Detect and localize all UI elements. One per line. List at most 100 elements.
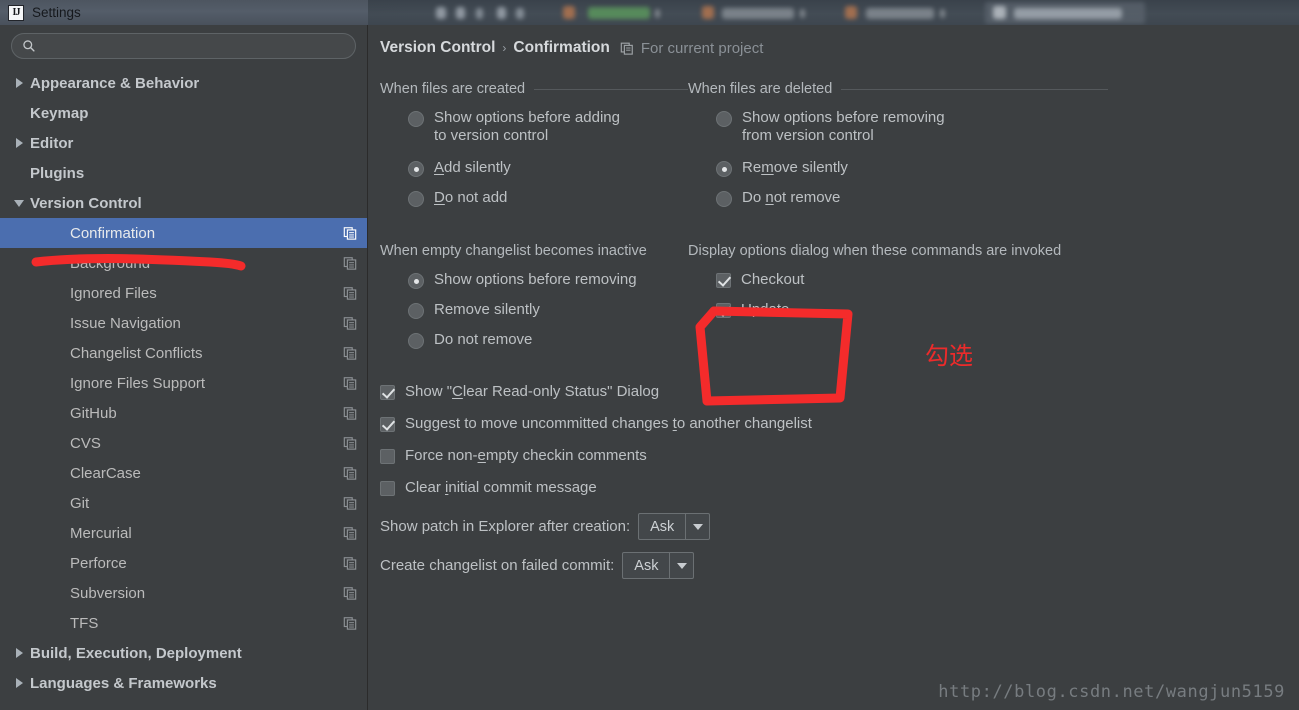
section-rule [534,88,688,90]
radio-do-not-remove-vcs[interactable]: Do not remove [716,189,1108,207]
sidebar-item-ignored-files[interactable]: Ignored Files [0,278,367,308]
checkbox-indicator [380,417,395,432]
chevron-right-icon[interactable] [12,676,26,690]
breadcrumb: Version Control › Confirmation For curre… [368,39,1299,57]
combo-value: Ask [634,557,659,574]
combo-label: Show patch in Explorer after creation: [380,518,631,535]
chevron-down-icon[interactable] [669,553,693,578]
radio-indicator [716,191,732,207]
chevron-down-icon[interactable] [12,196,26,210]
chevron-right-icon[interactable] [12,646,26,660]
project-scope-icon [620,42,633,55]
sidebar-item-perforce[interactable]: Perforce [0,548,367,578]
radio-indicator [408,191,424,207]
radio-indicator [408,333,424,349]
search-box[interactable] [11,33,356,59]
chevron-down-icon[interactable] [685,514,709,539]
sidebar-item-git[interactable]: Git [0,488,367,518]
sidebar-item-label: Git [70,494,90,512]
dialog-titlebar: IJ Settings [0,0,368,25]
sidebar-item-confirmation[interactable]: Confirmation [0,218,367,248]
sidebar-item-label: Build, Execution, Deployment [30,644,242,662]
combo-create-changelist-failed-commit[interactable]: Ask [622,552,695,579]
general-checkbox-list: Show "Clear Read-only Status" Dialog Sug… [368,383,1299,497]
radio-label: Show options before adding to version con… [434,109,620,144]
checkbox-show-clear-readonly-dialog[interactable]: Show "Clear Read-only Status" Dialog [380,383,1299,401]
sidebar-item-plugins[interactable]: Plugins [0,158,367,188]
sidebar-item-cvs[interactable]: CVS [0,428,367,458]
radio-cl-remove-silently[interactable]: Remove silently [408,301,688,319]
project-scope-icon [343,287,357,300]
radio-indicator [408,273,424,289]
checkbox-checkout[interactable]: Checkout [716,271,1108,289]
radio-add-silently[interactable]: Add silently [408,159,688,177]
project-scope-icon [343,347,357,360]
checkbox-force-non-empty-checkin-comments[interactable]: Force non-empty checkin comments [380,447,1299,465]
section-label: When files are deleted [688,81,833,97]
sidebar-item-languages-frameworks[interactable]: Languages & Frameworks [0,668,367,698]
sidebar-item-subversion[interactable]: Subversion [0,578,367,608]
radio-indicator [716,161,732,177]
sidebar-item-editor[interactable]: Editor [0,128,367,158]
sidebar-item-clearcase[interactable]: ClearCase [0,458,367,488]
sidebar-item-ignore-files-support[interactable]: Ignore Files Support [0,368,367,398]
settings-sidebar: Appearance & Behavior Keymap Editor Plugins… [0,25,368,710]
checkbox-indicator [716,303,731,318]
section-display-options: Display options dialog when these comman… [688,241,1108,361]
combo-label: Create changelist on failed commit: [380,557,615,574]
chevron-right-icon[interactable] [12,76,26,90]
sidebar-item-issue-navigation[interactable]: Issue Navigation [0,308,367,338]
radio-label: Do not remove [434,331,533,348]
radio-show-options-before-removing-vcs[interactable]: Show options before removing from version… [716,109,1108,145]
sidebar-item-label: Editor [30,134,74,152]
settings-tree[interactable]: Appearance & Behavior Keymap Editor Plugins… [0,65,367,710]
checkbox-label: Checkout [741,271,805,288]
breadcrumb-leaf: Confirmation [513,39,610,56]
project-scope-icon [343,407,357,420]
sidebar-item-changelist-conflicts[interactable]: Changelist Conflicts [0,338,367,368]
project-scope-icon [343,317,357,330]
radio-indicator [408,161,424,177]
radio-cl-do-not-remove[interactable]: Do not remove [408,331,688,349]
checkbox-indicator [380,385,395,400]
section-title-files-created: When files are created [380,79,688,99]
radio-do-not-add[interactable]: Do not add [408,189,688,207]
sidebar-item-build-execution-deployment[interactable]: Build, Execution, Deployment [0,638,367,668]
checkbox-clear-initial-commit-message[interactable]: Clear initial commit message [380,479,1299,497]
checkbox-label: Force non-empty checkin comments [405,447,647,464]
radio-label: Show options before removing [434,271,637,288]
radio-show-options-before-adding[interactable]: Show options before adding to version con… [408,109,688,145]
sidebar-item-version-control[interactable]: Version Control [0,188,367,218]
sidebar-item-label: Ignore Files Support [70,374,206,392]
dialog-title: Settings [32,5,81,20]
radio-cl-show-options-before-removing[interactable]: Show options before removing [408,271,688,289]
sidebar-item-tfs[interactable]: TFS [0,608,367,638]
checkbox-update[interactable]: Update [716,301,1108,319]
radio-label: Remove silently [434,301,540,318]
checkbox-suggest-move-uncommitted[interactable]: Suggest to move uncommitted changes to a… [380,415,1299,433]
sidebar-item-mercurial[interactable]: Mercurial [0,518,367,548]
sidebar-item-background[interactable]: Background [0,248,367,278]
sidebar-item-appearance-behavior[interactable]: Appearance & Behavior [0,68,367,98]
combo-show-patch-in-explorer[interactable]: Ask [638,513,711,540]
project-scope-icon [343,467,357,480]
search-input[interactable] [42,37,345,55]
project-scope-icon [343,587,357,600]
chevron-right-icon[interactable] [12,136,26,150]
sidebar-item-label: Subversion [70,584,146,602]
sidebar-item-label: Ignored Files [70,284,157,302]
sidebar-item-github[interactable]: GitHub [0,398,367,428]
search-icon [23,40,35,52]
radio-remove-silently[interactable]: Remove silently [716,159,1108,177]
breadcrumb-root[interactable]: Version Control [380,39,495,57]
sidebar-item-keymap[interactable]: Keymap [0,98,367,128]
